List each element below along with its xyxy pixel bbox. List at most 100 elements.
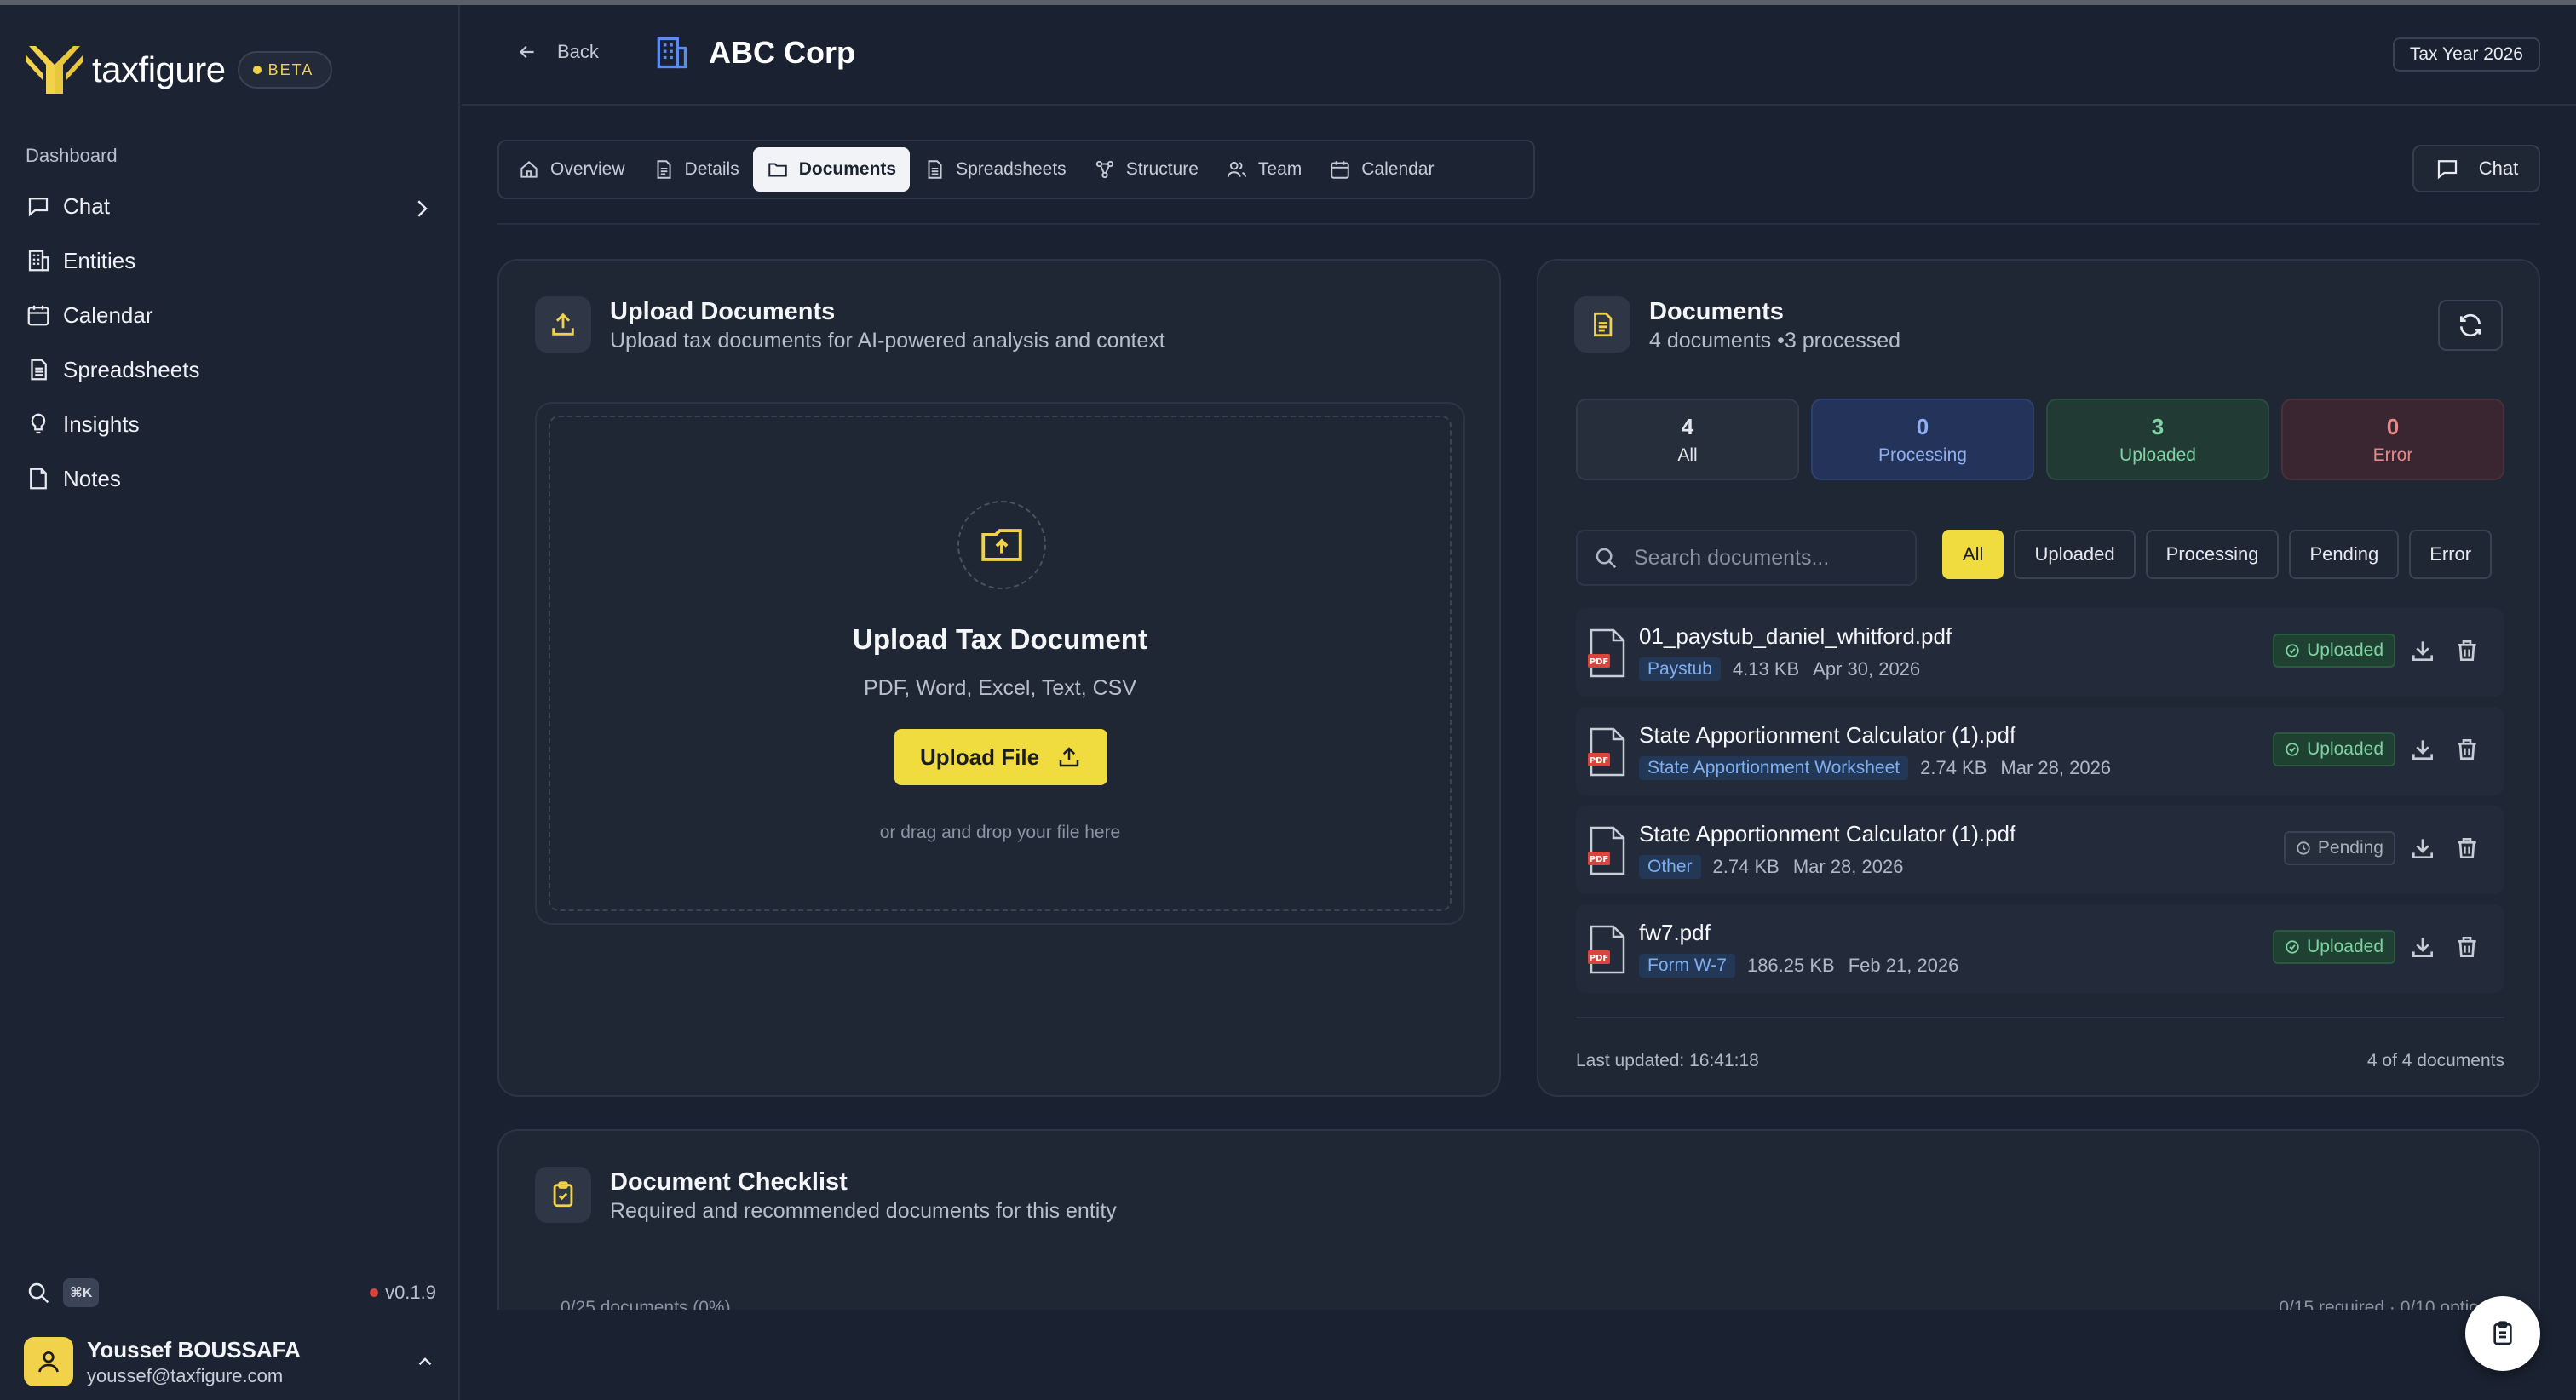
dropzone-dashed-area[interactable]: Upload Tax Document PDF, Word, Excel, Te… [549, 416, 1452, 911]
tab-calendar[interactable]: Calendar [1315, 147, 1447, 192]
filter-pending[interactable]: Pending [2289, 530, 2400, 579]
page-title-wrap: ABC Corp [653, 34, 855, 72]
document-search[interactable] [1576, 530, 1917, 586]
document-date: Mar 28, 2026 [1792, 856, 1904, 877]
tab-overview[interactable]: Overview [504, 147, 639, 192]
trash-icon[interactable] [2453, 933, 2481, 961]
download-icon[interactable] [2409, 933, 2436, 961]
document-name[interactable]: 01_paystub_daniel_whitford.pdf [1639, 623, 1952, 650]
upload-card-subtitle: Upload tax documents for AI-powered anal… [610, 329, 1165, 353]
sidebar-item-label: Chat [63, 192, 110, 219]
documents-footer: Last updated: 16:41:18 4 of 4 documents [1576, 1051, 2504, 1071]
sidebar-item-notes[interactable]: Notes [0, 451, 460, 506]
trash-icon[interactable] [2453, 736, 2481, 763]
document-row[interactable]: PDF 01_paystub_daniel_whitford.pdf Payst… [1576, 608, 2504, 697]
upload-card-header: Upload Documents Upload tax documents fo… [535, 296, 1165, 353]
dropzone-icon-circle [957, 501, 1046, 589]
documents-card-subtitle: 4 documents •3 processed [1649, 329, 1901, 353]
document-size: 2.74 KB [1920, 757, 1987, 778]
user-email: youssef@taxfigure.com [87, 1364, 284, 1386]
refresh-icon [2460, 313, 2481, 337]
section-divider [497, 223, 2540, 225]
dropzone-title: Upload Tax Document [853, 623, 1147, 655]
svg-text:PDF: PDF [1590, 657, 1608, 667]
filter-all[interactable]: All [1942, 530, 2004, 579]
chevron-up-icon[interactable] [414, 1351, 436, 1373]
documents-footer-divider [1576, 1017, 2504, 1018]
upload-dropzone[interactable]: Upload Tax Document PDF, Word, Excel, Te… [535, 402, 1465, 925]
filter-processing[interactable]: Processing [2145, 530, 2280, 579]
document-name[interactable]: fw7.pdf [1639, 920, 1711, 946]
user-icon [38, 1351, 59, 1373]
sidebar-item-calendar[interactable]: Calendar [0, 288, 460, 342]
calendar-icon [27, 305, 49, 326]
document-size: 186.25 KB [1746, 955, 1835, 976]
note-icon [30, 468, 47, 490]
stat-processing[interactable]: 0 Processing [1811, 399, 2034, 480]
clock-icon [2297, 841, 2310, 855]
documents-card: Documents 4 documents •3 processed 4 All… [1537, 259, 2540, 1097]
tab-label: Documents [798, 159, 897, 179]
sidebar-item-label: Insights [63, 410, 140, 437]
chevron-right-icon[interactable] [409, 196, 434, 221]
sidebar-item-label: Notes [63, 465, 121, 491]
download-icon[interactable] [2409, 637, 2436, 664]
search-icon[interactable] [26, 1280, 51, 1305]
tab-spreadsheets[interactable]: Spreadsheets [910, 147, 1080, 192]
stat-value: 0 [1916, 413, 1929, 439]
tab-structure[interactable]: Structure [1080, 147, 1212, 192]
search-input[interactable] [1634, 545, 1906, 571]
stat-uploaded[interactable]: 3 Uploaded [2046, 399, 2269, 480]
stat-label: Error [2372, 445, 2413, 465]
tax-year-badge[interactable]: Tax Year 2026 [2392, 37, 2540, 72]
user-menu[interactable]: Youssef BOUSSAFA youssef@taxfigure.com [24, 1334, 436, 1390]
tab-label: Spreadsheets [956, 159, 1067, 179]
tab-details[interactable]: Details [639, 147, 753, 192]
sidebar-item-chat[interactable]: Chat [0, 179, 460, 233]
filter-error[interactable]: Error [2409, 530, 2493, 579]
spreadsheet-icon [31, 359, 47, 381]
filter-uploaded[interactable]: Uploaded [2014, 530, 2136, 579]
beta-badge: BETA [237, 51, 333, 89]
stat-all[interactable]: 4 All [1576, 399, 1799, 480]
download-icon[interactable] [2409, 835, 2436, 862]
trash-icon[interactable] [2453, 637, 2481, 664]
upload-icon [552, 313, 574, 336]
document-row[interactable]: PDF State Apportionment Calculator (1).p… [1576, 806, 2504, 894]
version-label: v0.1.9 [370, 1282, 436, 1304]
sidebar-item-spreadsheets[interactable]: Spreadsheets [0, 342, 460, 397]
sidebar-item-insights[interactable]: Insights [0, 397, 460, 451]
document-size: 4.13 KB [1732, 658, 1800, 680]
logo[interactable]: taxfigure BETA [24, 43, 333, 97]
refresh-button[interactable] [2438, 300, 2503, 351]
document-row[interactable]: PDF fw7.pdf Form W-7 186.25 KB Feb 21, 2… [1576, 904, 2504, 993]
documents-card-title: Documents [1649, 298, 1784, 325]
tab-team[interactable]: Team [1212, 147, 1315, 192]
document-size: 2.74 KB [1712, 856, 1780, 877]
document-stats: 4 All 0 Processing 3 Uploaded 0 Error [1576, 399, 2516, 480]
chat-icon [28, 198, 49, 217]
document-name[interactable]: State Apportionment Calculator (1).pdf [1639, 821, 2015, 847]
svg-text:PDF: PDF [1590, 756, 1608, 766]
chat-button[interactable]: Chat [2412, 145, 2540, 192]
stat-value: 0 [2386, 413, 2400, 439]
document-row[interactable]: PDF State Apportionment Calculator (1).p… [1576, 707, 2504, 795]
floating-clipboard-button[interactable] [2465, 1296, 2540, 1371]
status-label: Uploaded [2307, 937, 2383, 956]
check-circle-icon [2286, 743, 2299, 756]
document-name[interactable]: State Apportionment Calculator (1).pdf [1639, 722, 2015, 749]
sidebar-item-label: Calendar [63, 301, 153, 328]
tab-documents[interactable]: Documents [752, 147, 911, 192]
download-icon[interactable] [2409, 736, 2436, 763]
document-icon [1594, 312, 1613, 337]
chat-icon [2437, 160, 2457, 180]
upload-file-button[interactable]: Upload File [894, 729, 1107, 785]
trash-icon[interactable] [2453, 835, 2481, 862]
stat-error[interactable]: 0 Error [2281, 399, 2504, 480]
building-icon [28, 250, 49, 272]
sidebar-item-entities[interactable]: Entities [0, 233, 460, 288]
structure-icon [1095, 160, 1113, 179]
document-type-tag: Paystub [1639, 657, 1721, 681]
back-button[interactable]: Back [516, 41, 599, 63]
last-updated: Last updated: 16:41:18 [1576, 1051, 1759, 1070]
